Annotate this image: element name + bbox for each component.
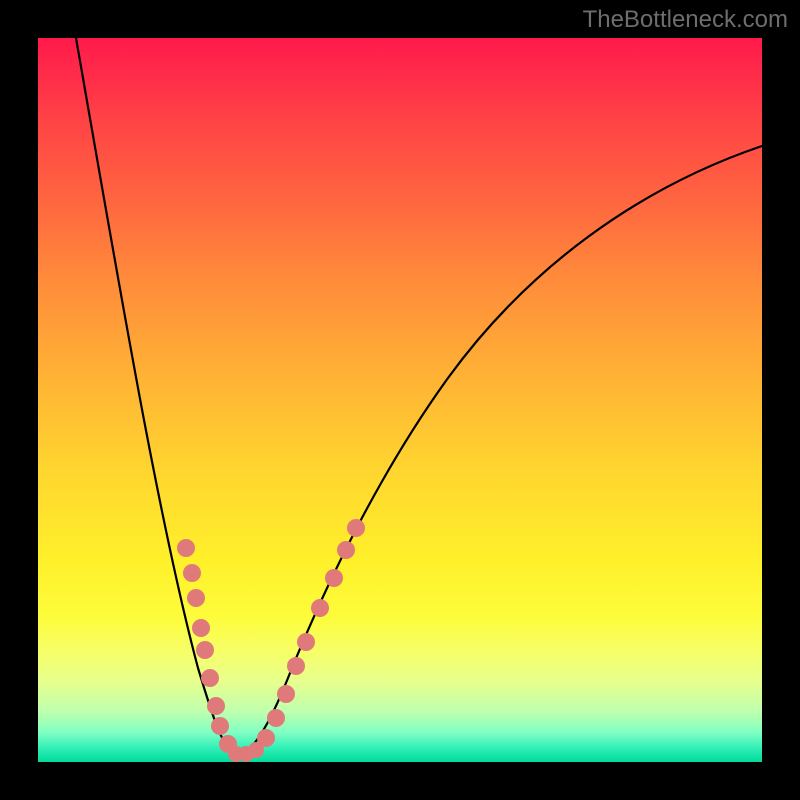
curve-marker	[311, 599, 329, 617]
curve-marker	[337, 541, 355, 559]
curve-marker	[201, 669, 219, 687]
curve-marker	[187, 589, 205, 607]
curve-marker	[177, 539, 195, 557]
curve-marker	[287, 657, 305, 675]
curve-marker	[297, 633, 315, 651]
curve-marker	[267, 709, 285, 727]
curve-marker	[325, 569, 343, 587]
curve-marker	[277, 685, 295, 703]
curve-marker	[207, 697, 225, 715]
curve-marker	[347, 519, 365, 537]
bottleneck-curve	[76, 38, 762, 758]
curve-marker	[196, 641, 214, 659]
chart-svg	[38, 38, 762, 762]
curve-marker	[183, 564, 201, 582]
plot-area	[38, 38, 762, 762]
watermark-text: TheBottleneck.com	[583, 6, 788, 34]
curve-marker	[211, 717, 229, 735]
curve-markers	[177, 519, 365, 762]
curve-marker	[257, 729, 275, 747]
curve-marker	[192, 619, 210, 637]
chart-frame: TheBottleneck.com	[0, 0, 800, 800]
